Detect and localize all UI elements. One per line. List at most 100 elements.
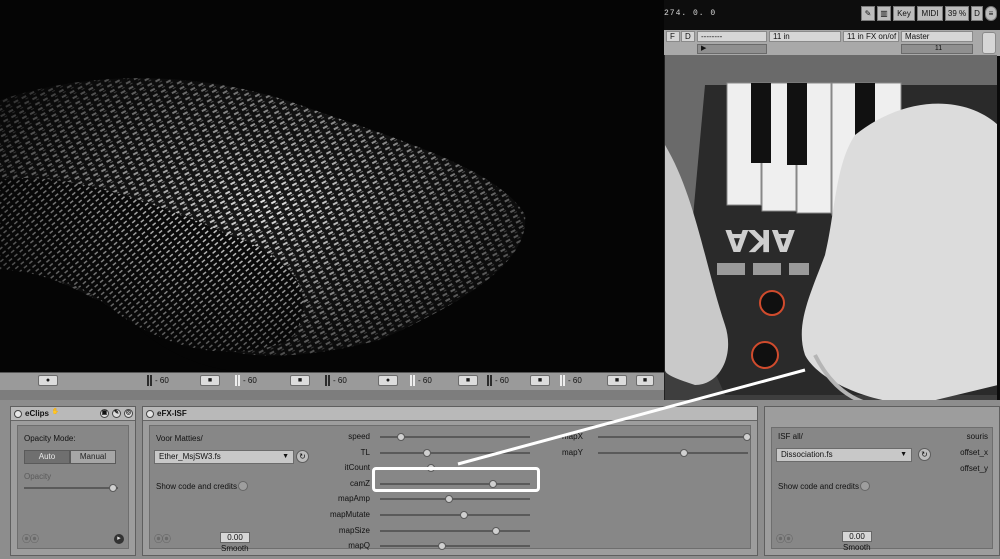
param-slider[interactable] — [380, 433, 530, 441]
edit-icon[interactable]: ✎ — [112, 409, 121, 418]
param-slider[interactable] — [380, 495, 530, 504]
volume-readout: - 60 — [147, 375, 169, 386]
midi-map-button[interactable]: MIDI — [917, 6, 943, 21]
show-code-label: Show code and credits — [778, 482, 859, 491]
param-label: camZ — [350, 478, 370, 488]
volume-readout: - 60 — [487, 375, 509, 386]
hand-icon: ✋ — [51, 409, 60, 415]
smooth-value[interactable]: 0.00 — [842, 531, 872, 542]
device-title: eFX-ISF — [157, 409, 187, 418]
auto-toggle[interactable]: Auto — [24, 450, 70, 464]
fold-button[interactable]: F — [666, 31, 680, 42]
song-position-readout: 274. 0. 0 — [664, 9, 717, 18]
param-label: mapSize — [338, 525, 370, 535]
chevron-down-icon: ▼ — [900, 451, 907, 458]
stop-icon[interactable]: ■ — [290, 375, 310, 386]
param-label: mapY — [562, 447, 583, 457]
record-icon[interactable]: ● — [38, 375, 58, 386]
opacity-label: Opacity — [24, 472, 52, 481]
stop-all-icon[interactable]: ■ — [636, 375, 654, 386]
pencil-icon[interactable]: ✎ — [861, 6, 875, 21]
chevron-down-icon: ▼ — [282, 453, 289, 460]
track-scrollbar[interactable] — [0, 390, 664, 400]
performer-keyboard-image: AKA — [665, 55, 997, 426]
settings-icon[interactable]: ◎ — [124, 409, 133, 418]
param-slider[interactable] — [380, 511, 530, 519]
device-activator-toggle[interactable] — [14, 410, 22, 418]
folder-label: ISF all/ — [778, 432, 803, 441]
param-label: mapX — [562, 432, 583, 441]
video-output-viewport — [0, 0, 664, 372]
abstract-video-frame — [0, 0, 664, 372]
stop-icon[interactable]: ■ — [200, 375, 220, 386]
param-slider[interactable] — [380, 448, 530, 457]
isf-all-device: ISF all/ Dissociation.fs ▼ ↻ Show code an… — [764, 406, 1000, 556]
keyboard-icon[interactable]: ▥ — [877, 6, 891, 21]
stop-icon[interactable]: ■ — [530, 375, 550, 386]
record-icon[interactable]: ● — [378, 375, 398, 386]
key-map-button[interactable]: Key — [893, 6, 915, 21]
param-slider[interactable] — [598, 448, 748, 457]
shader-name: Ether_MsjSW3.fs — [159, 452, 221, 461]
mixer-header: F D -------- 11 in 11 in FX on/of Master… — [664, 30, 1000, 56]
smooth-value[interactable]: 0.00 — [220, 532, 250, 543]
param-label: itCount — [344, 463, 370, 473]
reload-icon[interactable]: ↻ — [918, 448, 931, 461]
manual-toggle[interactable]: Manual — [70, 450, 116, 464]
param-label: TL — [360, 447, 370, 457]
param-label: offset_x — [960, 448, 988, 457]
scrollbar[interactable] — [982, 32, 996, 54]
param-label: mapQ — [348, 541, 370, 551]
master-track[interactable]: Master — [901, 31, 973, 42]
smooth-label: Smooth — [221, 544, 249, 553]
eclips-title-bar: eClips ✋ ▣ ✎ ◎ — [11, 407, 135, 421]
volume-readout: - 60 — [560, 375, 582, 386]
param-label: offset_y — [960, 464, 988, 473]
logo-icon: ⦿⦿ — [776, 534, 793, 544]
folder-label: Voor Matties/ — [156, 434, 203, 443]
opacity-mode-label: Opacity Mode: — [24, 434, 76, 443]
shader-dropdown[interactable]: Dissociation.fs ▼ — [776, 448, 912, 462]
input-routing-1[interactable]: 11 in — [769, 31, 841, 42]
master-value: 11 — [901, 44, 973, 54]
menu-icon[interactable]: ≡ — [985, 6, 997, 21]
eclips-panel: Opacity Mode: Auto Manual Opacity ⦿⦿ ▸ — [17, 425, 129, 549]
zoom-readout: 39 % — [945, 6, 969, 21]
webcam-overlay: AKA — [664, 55, 997, 426]
volume-readout: - 60 — [235, 375, 257, 386]
show-code-label: Show code and credits — [156, 482, 237, 491]
show-code-toggle[interactable] — [860, 481, 870, 491]
logo-icon: ⦿⦿ — [154, 534, 171, 544]
track-name[interactable]: -------- — [697, 31, 767, 42]
param-label: speed — [348, 432, 370, 441]
stop-icon[interactable]: ■ — [458, 375, 478, 386]
param-slider[interactable] — [380, 542, 530, 551]
transport-bar: 274. 0. 0 ✎ ▥ Key MIDI 39 % D ≡ — [664, 0, 1000, 30]
logo-icon: ⦿⦿ — [22, 534, 39, 544]
arrow-icon[interactable]: ▸ — [114, 534, 124, 544]
camz-highlight-box — [372, 467, 540, 492]
volume-readout: - 60 — [325, 375, 347, 386]
d-mode-button[interactable]: D — [971, 6, 983, 21]
param-slider[interactable] — [598, 433, 751, 441]
param-label: souris — [966, 432, 988, 441]
shader-name: Dissociation.fs — [781, 450, 833, 459]
isf-all-panel: ISF all/ Dissociation.fs ▼ ↻ Show code an… — [771, 427, 993, 552]
device-toggle-button[interactable]: D — [681, 31, 695, 42]
param-label: mapAmp — [337, 494, 370, 504]
show-code-toggle[interactable] — [238, 481, 248, 491]
input-routing-2[interactable]: 11 in FX on/of — [843, 31, 899, 42]
param-slider[interactable] — [380, 526, 530, 535]
opacity-slider[interactable] — [24, 484, 118, 492]
efx-isf-title-bar: eFX-ISF — [143, 407, 757, 421]
device-title: eClips — [25, 409, 50, 418]
stop-icon[interactable]: ■ — [607, 375, 627, 386]
save-preset-icon[interactable]: ▣ — [100, 409, 109, 418]
device-activator-toggle[interactable] — [146, 410, 154, 418]
clip-slot-strip: ● - 60 ■ - 60 ■ - 60 ● - 60 ■ - 60 ■ - 6… — [0, 372, 664, 400]
eclips-device: eClips ✋ ▣ ✎ ◎ Opacity Mode: Auto Manual… — [10, 406, 136, 556]
volume-readout: - 60 — [410, 375, 432, 386]
svg-text:AKA: AKA — [725, 222, 795, 257]
play-slot-icon[interactable]: ▶ — [697, 44, 767, 54]
shader-dropdown[interactable]: Ether_MsjSW3.fs ▼ — [154, 450, 294, 464]
